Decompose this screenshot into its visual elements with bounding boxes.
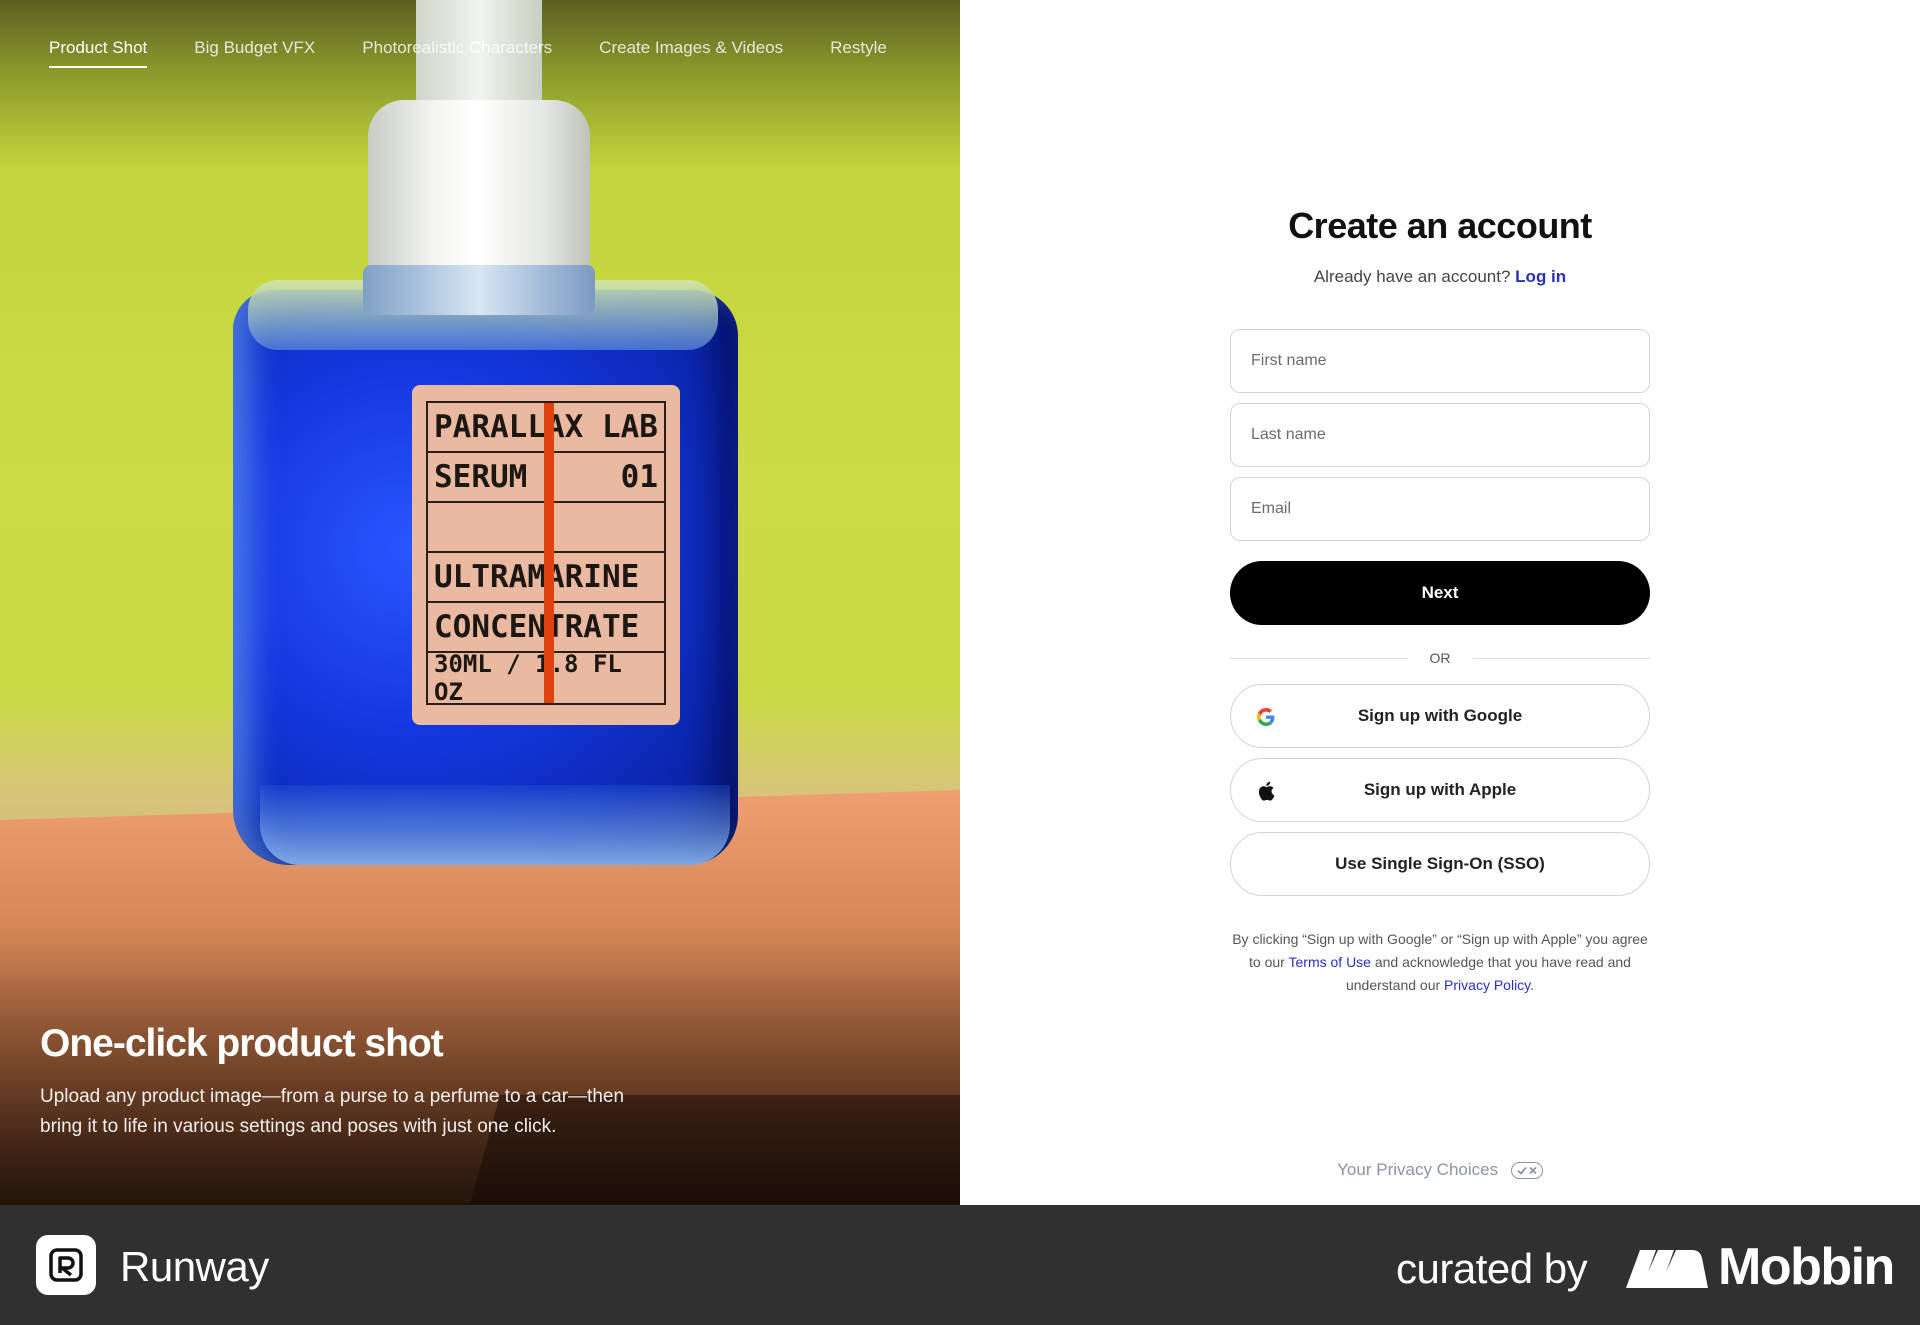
tab-restyle[interactable]: Restyle xyxy=(830,38,887,68)
sso-button[interactable]: Use Single Sign-On (SSO) xyxy=(1230,832,1650,896)
legal-text: By clicking “Sign up with Google” or “Si… xyxy=(1230,928,1650,997)
login-link[interactable]: Log in xyxy=(1515,267,1566,286)
hero-title: One-click product shot xyxy=(40,1022,444,1065)
divider-line-right xyxy=(1472,657,1650,659)
next-button[interactable]: Next xyxy=(1230,561,1650,625)
terms-of-use-link[interactable]: Terms of Use xyxy=(1289,954,1371,970)
tab-product-shot[interactable]: Product Shot xyxy=(49,38,148,68)
or-label: OR xyxy=(1429,650,1451,666)
privacy-choices-link[interactable]: Your Privacy Choices xyxy=(960,1160,1920,1180)
google-signup-button[interactable]: Sign up with Google xyxy=(1230,684,1650,748)
footer: Runway curated by Mobbin xyxy=(0,1205,1920,1325)
privacy-policy-link[interactable]: Privacy Policy xyxy=(1444,977,1530,993)
login-prompt: Already have an account? Log in xyxy=(1230,267,1650,287)
curated-by-label: curated by xyxy=(1396,1245,1588,1292)
hero-description: Upload any product image—from a purse to… xyxy=(40,1086,625,1137)
label-serum: SERUM xyxy=(434,459,528,495)
last-name-field[interactable] xyxy=(1230,403,1650,467)
page: PARALLAX LAB SERUM 01 ULTRAMARINE CONCEN… xyxy=(0,0,1920,1325)
label-stripe xyxy=(544,403,554,703)
hero-tabs: Product Shot Big Budget VFX Photorealist… xyxy=(49,38,887,68)
label-ultramarine: ULTRAMARINE xyxy=(434,559,640,595)
tab-big-budget-vfx[interactable]: Big Budget VFX xyxy=(194,38,315,68)
google-icon xyxy=(1255,706,1277,728)
hero-caption: One-click product shot Upload any produc… xyxy=(40,1022,660,1142)
mobbin-logo-icon xyxy=(1626,1250,1708,1288)
or-divider: OR xyxy=(1230,650,1650,666)
bottle-label: PARALLAX LAB SERUM 01 ULTRAMARINE CONCEN… xyxy=(412,385,680,725)
legal-text-end: . xyxy=(1530,977,1535,993)
mobbin-wordmark: Mobbin xyxy=(1718,1238,1895,1296)
brand-name: Runway xyxy=(120,1243,269,1290)
privacy-toggle-icon xyxy=(1510,1162,1543,1180)
sso-label: Use Single Sign-On (SSO) xyxy=(1335,854,1545,873)
signup-panel: Create an account Already have an accoun… xyxy=(960,0,1920,1205)
email-field[interactable] xyxy=(1230,477,1650,541)
label-number: 01 xyxy=(620,459,658,495)
apple-signup-button[interactable]: Sign up with Apple xyxy=(1230,758,1650,822)
login-prompt-text: Already have an account? xyxy=(1313,267,1511,286)
runway-logo-icon xyxy=(36,1235,96,1295)
apple-signup-label: Sign up with Apple xyxy=(1363,780,1517,799)
page-title: Create an account xyxy=(1288,205,1592,246)
apple-icon xyxy=(1255,780,1277,802)
privacy-choices-label: Your Privacy Choices xyxy=(1337,1160,1499,1179)
label-concentrate: CONCENTRATE xyxy=(434,609,640,645)
signup-form: Create an account Already have an accoun… xyxy=(1230,205,1650,997)
bottle-neck xyxy=(363,265,595,315)
divider-line-left xyxy=(1230,657,1408,659)
tab-create-images-videos[interactable]: Create Images & Videos xyxy=(599,38,783,68)
tab-photorealistic-characters[interactable]: Photorealistic Characters xyxy=(362,38,552,68)
hero-panel: PARALLAX LAB SERUM 01 ULTRAMARINE CONCEN… xyxy=(0,0,960,1205)
google-signup-label: Sign up with Google xyxy=(1357,706,1523,725)
first-name-field[interactable] xyxy=(1230,329,1650,393)
